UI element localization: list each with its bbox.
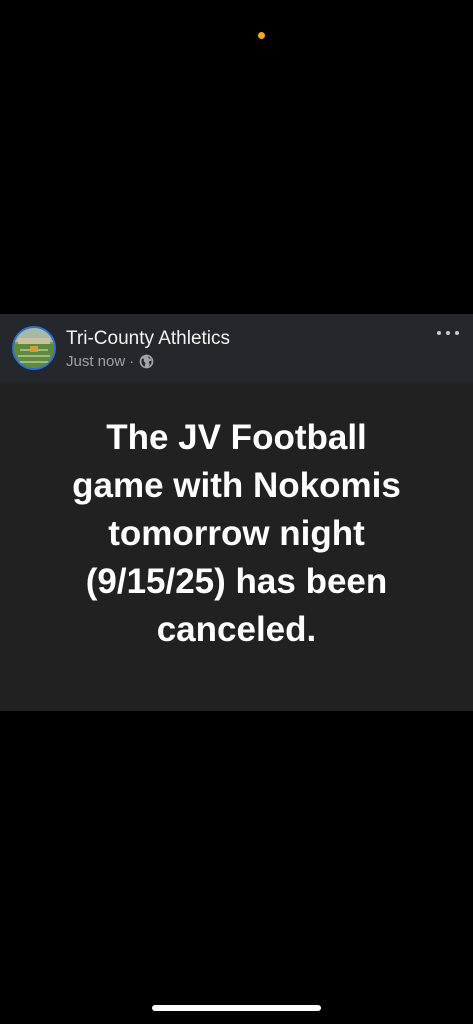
football-field-avatar-icon xyxy=(14,328,54,368)
home-indicator[interactable] xyxy=(152,1005,321,1011)
privacy-indicator-dot xyxy=(258,32,265,39)
post-text: The JV Football game with Nokomis tomorr… xyxy=(72,418,401,649)
meta-separator: · xyxy=(129,353,135,370)
post-meta: Just now · xyxy=(66,353,154,370)
globe-icon xyxy=(139,354,154,369)
page-name-link[interactable]: Tri-County Athletics xyxy=(66,328,230,350)
page-avatar[interactable] xyxy=(12,326,56,370)
post-header: Tri-County Athletics Just now · xyxy=(0,314,473,383)
post-content-card: The JV Football game with Nokomis tomorr… xyxy=(0,383,473,711)
more-options-button[interactable] xyxy=(437,328,459,338)
more-horizontal-icon xyxy=(437,331,441,335)
post-timestamp[interactable]: Just now xyxy=(66,353,125,370)
